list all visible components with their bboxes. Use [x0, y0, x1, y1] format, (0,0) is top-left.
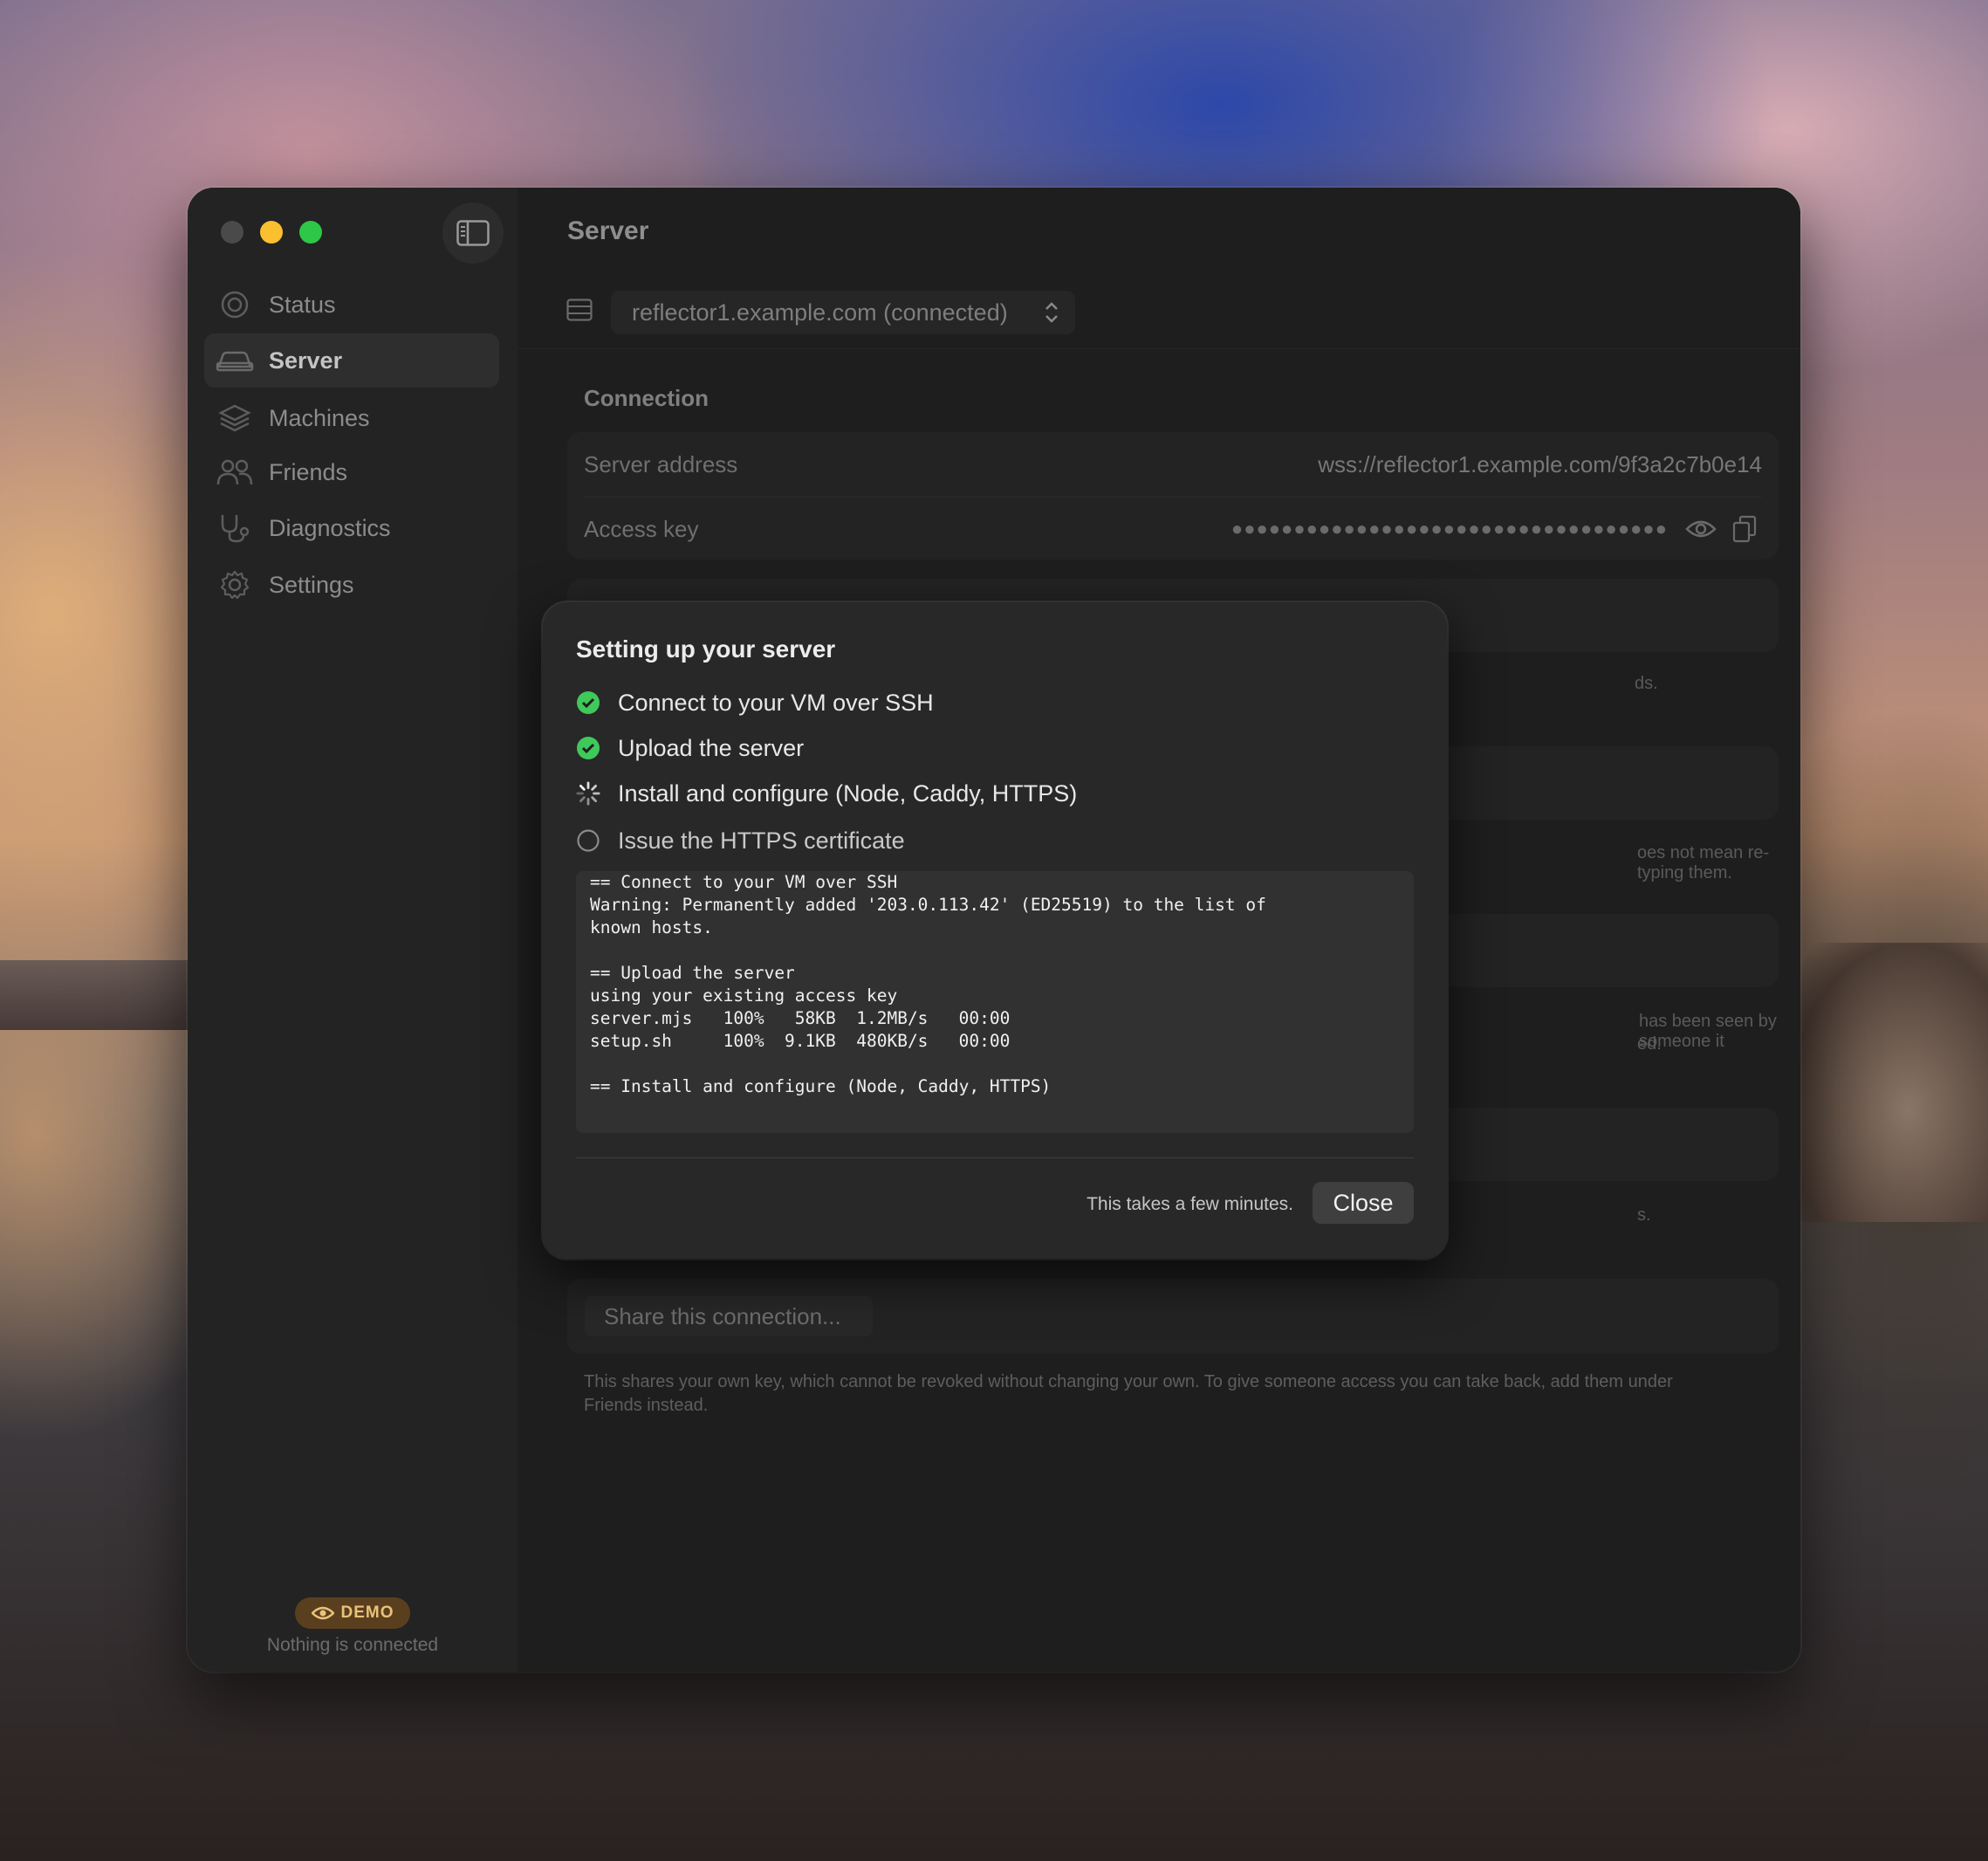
copy-icon[interactable] — [1732, 515, 1757, 543]
chevron-up-down-icon — [1045, 302, 1058, 323]
sidebar-item-label: Diagnostics — [269, 514, 391, 541]
log-line: == Connect to your VM over SSH — [590, 872, 898, 892]
step-label: Upload the server — [618, 734, 805, 761]
spinner-icon — [576, 781, 600, 806]
step-item: Issue the HTTPS certificate — [576, 823, 905, 858]
setup-log[interactable]: == Connect to your VM over SSH Warning: … — [576, 871, 1414, 1133]
server-address-value[interactable]: wss://reflector1.example.com/9f3a2c7b0e1… — [1318, 451, 1762, 478]
connection-status-text: Nothing is connected — [266, 1635, 439, 1655]
dialog-note: This takes a few minutes. — [1087, 1194, 1293, 1214]
close-button[interactable]: Close — [1313, 1182, 1414, 1224]
sidebar-item-status[interactable]: Status — [204, 278, 499, 332]
reveal-eye-icon[interactable] — [1685, 518, 1717, 539]
access-key-label: Access key — [584, 515, 699, 542]
demo-badge: DEMO — [295, 1597, 410, 1629]
partial-text: ed. — [1637, 1034, 1662, 1054]
window-maximize-button[interactable] — [299, 221, 322, 244]
step-label: Connect to your VM over SSH — [618, 689, 934, 716]
log-line: using your existing access key — [590, 985, 898, 1006]
sidebar-toggle-icon — [456, 220, 490, 246]
access-key-row: Access key ●●●●●●●●●●●●●●●●●●●●●●●●●●●●●… — [584, 498, 1762, 560]
sidebar-item-server[interactable]: Server — [204, 333, 499, 388]
server-icon — [566, 299, 593, 321]
step-item: Connect to your VM over SSH — [576, 685, 934, 720]
dialog-title: Setting up your server — [576, 635, 836, 663]
partial-text: ds. — [1635, 674, 1658, 693]
sidebar-item-machines[interactable]: Machines — [204, 391, 499, 445]
sidebar-item-friends[interactable]: Friends — [204, 445, 499, 499]
window-minimize-button[interactable] — [260, 221, 283, 244]
checkmark-circle-icon — [576, 690, 600, 715]
step-label: Issue the HTTPS certificate — [618, 827, 905, 854]
sidebar-item-diagnostics[interactable]: Diagnostics — [204, 501, 499, 555]
log-line: == Upload the server — [590, 963, 795, 983]
eye-icon — [311, 1606, 334, 1620]
server-car-icon — [216, 345, 254, 376]
connection-section-title: Connection — [584, 385, 709, 411]
demo-badge-label: DEMO — [340, 1603, 394, 1622]
sidebar-item-label: Server — [269, 347, 343, 374]
empty-circle-icon — [576, 828, 600, 853]
gear-icon — [216, 569, 254, 601]
step-item: Install and configure (Node, Caddy, HTTP… — [576, 776, 1077, 811]
partial-text: s. — [1637, 1205, 1651, 1225]
sidebar-item-label: Status — [269, 291, 336, 318]
sidebar: Status Server Machines Friends Diagnosti… — [188, 188, 518, 1672]
sidebar-item-label: Machines — [269, 404, 370, 431]
access-key-masked-value: ●●●●●●●●●●●●●●●●●●●●●●●●●●●●●●●●●●● — [1231, 518, 1668, 539]
log-line: setup.sh 100% 9.1KB 480KB/s 00:00 — [590, 1031, 1011, 1051]
window-close-button[interactable] — [221, 221, 243, 244]
log-line: server.mjs 100% 58KB 1.2MB/s 00:00 — [590, 1008, 1011, 1028]
log-line: == Install and configure (Node, Caddy, H… — [590, 1076, 1052, 1096]
sidebar-toggle-button[interactable] — [442, 203, 504, 264]
status-circle-icon — [216, 289, 254, 320]
row-divider — [584, 497, 1762, 498]
share-connection-button[interactable]: Share this connection... — [585, 1296, 873, 1336]
share-footnote: This shares your own key, which cannot b… — [584, 1372, 1673, 1415]
server-address-row: Server address wss://reflector1.example.… — [584, 434, 1762, 495]
header-divider — [518, 348, 1800, 349]
partial-text: has been seen by someone it — [1639, 1012, 1777, 1051]
server-select-value: reflector1.example.com (connected) — [632, 299, 1008, 326]
background-horizon — [0, 960, 192, 1030]
stack-layers-icon — [216, 402, 254, 434]
dialog-divider — [576, 1157, 1414, 1158]
checkmark-circle-icon — [576, 736, 600, 760]
server-address-label: Server address — [584, 450, 738, 477]
page-title: Server — [567, 216, 649, 245]
log-line: Warning: Permanently added '203.0.113.42… — [590, 895, 1266, 915]
step-label: Install and configure (Node, Caddy, HTTP… — [618, 779, 1078, 807]
connection-card: Server address wss://reflector1.example.… — [567, 432, 1779, 560]
people-icon — [216, 457, 254, 488]
step-item: Upload the server — [576, 731, 804, 766]
setup-dialog: Setting up your server Connect to your V… — [543, 602, 1447, 1259]
stethoscope-icon — [216, 512, 254, 544]
sidebar-item-label: Friends — [269, 458, 348, 485]
sidebar-item-label: Settings — [269, 571, 354, 598]
background-rocks — [1789, 943, 1988, 1222]
partial-text: oes not mean re-typing them. — [1637, 843, 1770, 882]
server-select[interactable]: reflector1.example.com (connected) — [611, 291, 1075, 334]
log-line: known hosts. — [590, 917, 713, 937]
sidebar-item-settings[interactable]: Settings — [204, 558, 499, 612]
